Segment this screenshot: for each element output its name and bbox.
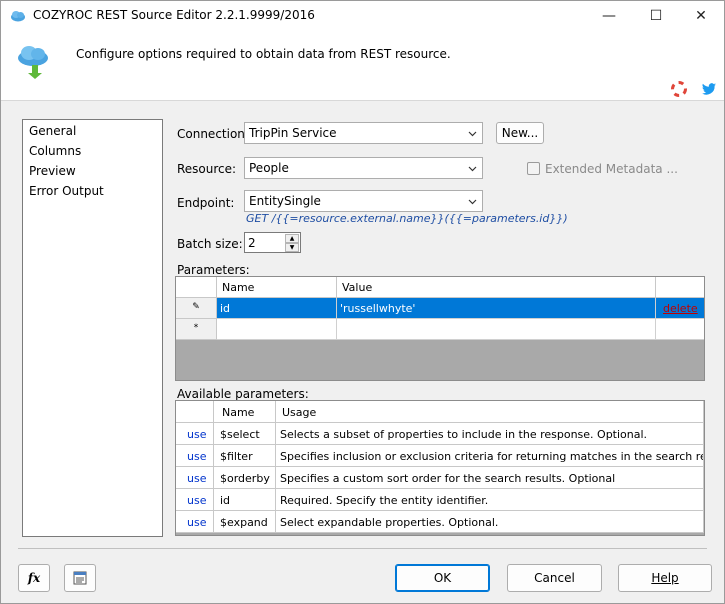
nav-item-columns[interactable]: Columns: [29, 144, 81, 158]
new-row-marker: *: [176, 319, 217, 340]
available-usage-cell: Specifies inclusion or exclusion criteri…: [276, 445, 704, 467]
connection-dropdown[interactable]: TripPin Service: [244, 122, 483, 144]
close-button[interactable]: ✕: [678, 1, 724, 31]
new-connection-button[interactable]: New...: [496, 122, 544, 144]
new-param-value-cell[interactable]: [337, 319, 656, 340]
parameters-grid[interactable]: Name Value ✎ id 'russellwhyte' delete *: [175, 276, 705, 381]
available-name-cell: $orderby: [214, 467, 276, 489]
grid-corner-header: [176, 277, 217, 298]
resource-dropdown[interactable]: People: [244, 157, 483, 179]
endpoint-url-hint: GET /{{=resource.external.name}}({{=para…: [246, 212, 568, 225]
minimize-icon: —: [602, 8, 616, 24]
chevron-down-icon: [468, 166, 477, 172]
nav-item-error-output[interactable]: Error Output: [29, 184, 104, 198]
help-button[interactable]: Help: [618, 564, 712, 592]
available-name-cell: $expand: [214, 511, 276, 533]
connection-value: TripPin Service: [249, 126, 337, 140]
editor-window: COZYROC REST Source Editor 2.2.1.9999/20…: [0, 0, 725, 604]
endpoint-dropdown[interactable]: EntitySingle: [244, 190, 483, 212]
available-usage-cell: Specifies a custom sort order for the se…: [276, 467, 704, 489]
row-edit-icon: ✎: [176, 298, 217, 319]
available-name-cell: id: [214, 489, 276, 511]
stepper-up-icon[interactable]: ▲: [285, 234, 299, 243]
use-filter-link[interactable]: use: [176, 445, 214, 467]
available-usage-cell: Required. Specify the entity identifier.: [276, 489, 704, 511]
ok-button[interactable]: OK: [395, 564, 490, 592]
available-parameters-grid[interactable]: Name Usage use $select Selects a subset …: [175, 400, 705, 536]
header-panel: Configure options required to obtain dat…: [1, 31, 724, 101]
footer-divider: [18, 548, 707, 549]
new-param-action-cell: [656, 319, 704, 340]
parameters-label: Parameters:: [177, 263, 250, 277]
available-row: use $select Selects a subset of properti…: [176, 423, 704, 445]
lifebuoy-icon[interactable]: [671, 81, 687, 97]
endpoint-label: Endpoint:: [177, 196, 235, 210]
script-button[interactable]: [64, 564, 96, 592]
title-bar: COZYROC REST Source Editor 2.2.1.9999/20…: [1, 1, 724, 31]
batch-size-stepper[interactable]: 2 ▲ ▼: [244, 232, 301, 253]
use-orderby-link[interactable]: use: [176, 467, 214, 489]
param-value-cell[interactable]: 'russellwhyte': [337, 298, 656, 319]
cancel-button[interactable]: Cancel: [507, 564, 602, 592]
cloud-arrow-icon: [18, 46, 48, 79]
use-expand-link[interactable]: use: [176, 511, 214, 533]
param-name-cell[interactable]: id: [217, 298, 337, 319]
nav-item-preview[interactable]: Preview: [29, 164, 76, 178]
available-row: use $expand Select expandable properties…: [176, 511, 704, 533]
available-name-cell: $select: [214, 423, 276, 445]
available-usage-cell: Select expandable properties. Optional.: [276, 511, 704, 533]
available-usage-cell: Selects a subset of properties to includ…: [276, 423, 704, 445]
batch-size-label: Batch size:: [177, 237, 243, 251]
expression-button[interactable]: fx: [18, 564, 50, 592]
available-name-cell: $filter: [214, 445, 276, 467]
connection-label: Connection:: [177, 127, 249, 141]
new-param-name-cell[interactable]: [217, 319, 337, 340]
available-header-action: [176, 401, 214, 423]
available-header-usage[interactable]: Usage: [276, 401, 704, 423]
extended-metadata-label: Extended Metadata ...: [545, 162, 678, 176]
close-icon: ✕: [695, 8, 707, 24]
grid-header-name[interactable]: Name: [217, 277, 337, 298]
available-header-row: Name Usage: [176, 401, 704, 423]
stepper-down-icon[interactable]: ▼: [285, 243, 299, 252]
grid-header-action: [656, 277, 704, 298]
cloud-icon: [11, 11, 25, 22]
available-header-name[interactable]: Name: [214, 401, 276, 423]
available-row: use $orderby Specifies a custom sort ord…: [176, 467, 704, 489]
use-select-link[interactable]: use: [176, 423, 214, 445]
script-icon: [73, 571, 87, 585]
page-navigation-list: General Columns Preview Error Output: [22, 119, 163, 537]
maximize-icon: ☐: [649, 8, 663, 24]
delete-param-link[interactable]: delete: [656, 298, 704, 319]
extended-metadata-checkbox[interactable]: [527, 162, 540, 175]
maximize-button[interactable]: ☐: [633, 1, 679, 31]
delete-link-text: delete: [663, 302, 698, 315]
batch-size-value: 2: [248, 236, 256, 250]
resource-value: People: [249, 161, 289, 175]
twitter-icon[interactable]: [701, 81, 717, 97]
available-row: use id Required. Specify the entity iden…: [176, 489, 704, 511]
available-row: use $filter Specifies inclusion or exclu…: [176, 445, 704, 467]
header-description: Configure options required to obtain dat…: [76, 47, 451, 61]
window-title: COZYROC REST Source Editor 2.2.1.9999/20…: [33, 8, 315, 22]
resource-label: Resource:: [177, 162, 237, 176]
chevron-down-icon: [468, 199, 477, 205]
available-parameters-label: Available parameters:: [177, 387, 309, 401]
chevron-down-icon: [468, 131, 477, 137]
endpoint-value: EntitySingle: [249, 194, 321, 208]
grid-header-value[interactable]: Value: [337, 277, 656, 298]
nav-item-general[interactable]: General: [29, 124, 76, 138]
use-id-link[interactable]: use: [176, 489, 214, 511]
minimize-button[interactable]: —: [586, 1, 632, 31]
